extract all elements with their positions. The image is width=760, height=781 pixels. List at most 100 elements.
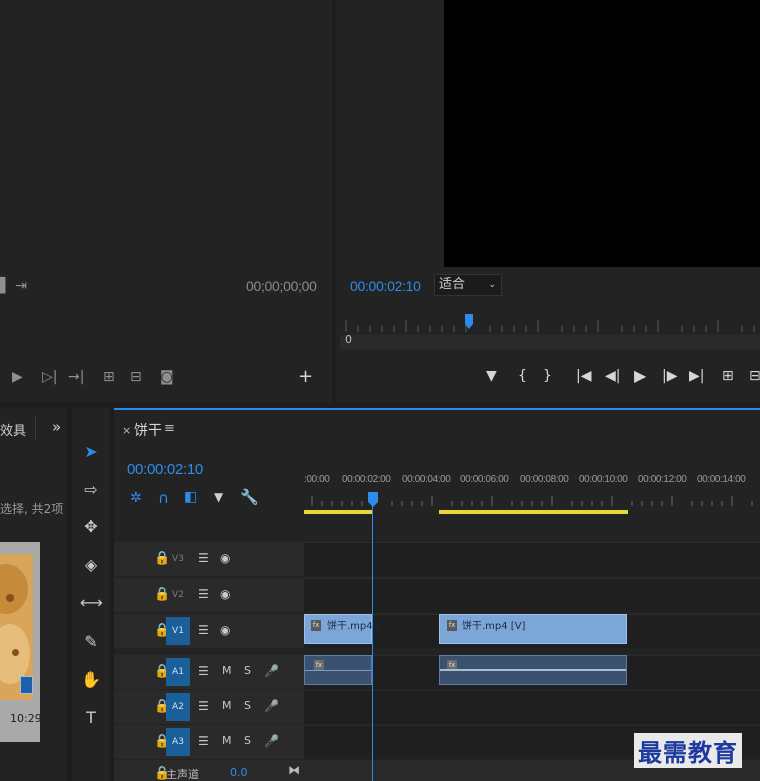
close-sequence-icon[interactable]: × — [122, 424, 131, 437]
sync-lock-icon[interactable]: ☰ — [198, 699, 209, 713]
go-to-out-icon[interactable]: ▶| — [689, 368, 704, 384]
panel-overflow-icon[interactable]: » — [52, 418, 61, 436]
audio-clip-a1-a[interactable]: fx — [304, 655, 372, 685]
ruler-label: 00:00:10:00 — [579, 474, 628, 485]
extract-icon[interactable]: ⊟ — [749, 368, 760, 384]
ruler-label: 00:00:06:00 — [460, 474, 509, 485]
work-area-bar-1[interactable] — [304, 510, 372, 514]
ruler-labels: :00:00 00:00:02:00 00:00:04:00 00:00:06:00 0… — [304, 474, 760, 488]
mute-button[interactable]: M — [222, 734, 232, 747]
track-target-toggle[interactable]: A3 — [166, 728, 190, 756]
track-header-a1: 🔒 A1 ☰ M S 🎤 — [114, 655, 304, 689]
fit-dropdown-label: 适合 — [439, 277, 466, 292]
source-go-out-icon[interactable]: →| — [68, 369, 84, 385]
source-add-button-icon[interactable]: + — [298, 366, 313, 387]
fx-badge: fx — [447, 620, 457, 631]
program-zoom-handle[interactable]: 0 — [345, 333, 352, 346]
solo-button[interactable]: S — [244, 664, 251, 677]
wrench-icon[interactable]: 🔧 — [240, 488, 259, 506]
type-tool-icon[interactable]: T — [80, 707, 102, 729]
source-monitor-panel: ▌ ⇥ 00;00;00;00 ▶ ▷| →| ⊞ ⊟ ◙ + — [0, 0, 332, 402]
sequence-menu-icon[interactable]: ≡ — [164, 421, 175, 436]
master-track-label: 主声道 — [166, 768, 199, 781]
mark-out-icon[interactable]: } — [543, 368, 552, 384]
source-overwrite-icon[interactable]: ⊟ — [130, 369, 142, 385]
timeline-timecode[interactable]: 00:00:02:10 — [127, 461, 203, 478]
thumbnail-duration: 10:29 — [10, 712, 42, 725]
step-forward-icon[interactable]: |▶ — [662, 368, 677, 384]
track-target-toggle[interactable]: V3 — [166, 545, 190, 573]
eye-icon[interactable]: ◉ — [220, 551, 230, 565]
lift-icon[interactable]: ⊞ — [722, 368, 734, 384]
work-area-bar-2[interactable] — [439, 510, 628, 514]
mute-button[interactable]: M — [222, 699, 232, 712]
track-target-toggle[interactable]: A2 — [166, 693, 190, 721]
microphone-icon[interactable]: 🎤 — [264, 699, 279, 713]
solo-button[interactable]: S — [244, 699, 251, 712]
nest-icon[interactable]: ✲ — [130, 490, 142, 506]
ruler-label: 00:00:08:00 — [520, 474, 569, 485]
program-time-ruler[interactable] — [340, 312, 760, 352]
track-select-tool-icon[interactable]: ⇨ — [80, 479, 102, 501]
mute-button[interactable]: M — [222, 664, 232, 677]
sequence-tab[interactable]: 饼干 — [134, 420, 162, 440]
chevron-down-icon: ⌄ — [488, 280, 496, 290]
track-header-v3: 🔒 V3 ☰ ◉ — [114, 542, 304, 576]
ruler-label: :00:00 — [304, 474, 330, 485]
tab-divider — [35, 416, 36, 440]
video-type-icon — [20, 676, 33, 694]
source-camera-icon[interactable]: ◙ — [160, 369, 174, 385]
snap-icon[interactable]: ∩ — [158, 489, 169, 507]
source-timecode: 00;00;00;00 — [246, 278, 317, 294]
fit-dropdown[interactable]: 适合 ⌄ — [434, 274, 502, 296]
sync-lock-icon[interactable]: ☰ — [198, 587, 209, 601]
track-target-toggle[interactable]: A1 — [166, 658, 190, 686]
ruler-label: 00:00:04:00 — [402, 474, 451, 485]
go-to-end-icon[interactable]: ⧓ — [288, 763, 300, 777]
sync-lock-icon[interactable]: ☰ — [198, 734, 209, 748]
add-marker-timeline-icon[interactable]: ▼ — [214, 490, 223, 504]
ripple-edit-tool-icon[interactable]: ✥ — [80, 516, 102, 538]
track-header-a2: 🔒 A2 ☰ M S 🎤 — [114, 690, 304, 724]
track-target-toggle[interactable]: V1 — [166, 617, 190, 645]
eye-icon[interactable]: ◉ — [220, 623, 230, 637]
watermark-logo: 最需教育 — [634, 733, 742, 768]
add-marker-icon[interactable]: ▼ — [486, 368, 497, 384]
timeline-playhead[interactable] — [367, 492, 379, 508]
sync-lock-icon[interactable]: ☰ — [198, 623, 209, 637]
program-video-frame — [444, 0, 760, 267]
selection-status: 选择, 共2项 — [0, 502, 64, 516]
ruler-label: 00:00:12:00 — [638, 474, 687, 485]
program-timecode[interactable]: 00:00:02:10 — [350, 278, 421, 294]
hand-tool-icon[interactable]: ✋ — [80, 669, 102, 691]
razor-tool-icon[interactable]: ◈ — [80, 554, 102, 576]
track-header-a3: 🔒 A3 ☰ M S 🎤 — [114, 725, 304, 759]
mark-in-icon[interactable]: { — [518, 368, 527, 384]
master-volume[interactable]: 0.0 — [230, 766, 248, 779]
eye-icon[interactable]: ◉ — [220, 587, 230, 601]
sync-lock-icon[interactable]: ☰ — [198, 664, 209, 678]
audio-clip-a1-b[interactable]: fx — [439, 655, 627, 685]
microphone-icon[interactable]: 🎤 — [264, 734, 279, 748]
source-step-forward-icon[interactable]: ▷| — [42, 369, 57, 385]
sync-lock-icon[interactable]: ☰ — [198, 551, 209, 565]
source-insert-button-icon[interactable]: ⊞ — [103, 369, 115, 385]
microphone-icon[interactable]: 🎤 — [264, 664, 279, 678]
ruler-label: 00:00:02:00 — [342, 474, 391, 485]
source-insert-icon[interactable]: ▌ ⇥ — [0, 278, 27, 294]
step-back-icon[interactable]: ◀| — [605, 368, 620, 384]
pen-tool-icon[interactable]: ✎ — [80, 631, 102, 653]
go-to-in-icon[interactable]: |◀ — [576, 368, 591, 384]
video-clip-v1-a[interactable]: fx 饼干.mp4 [ — [304, 614, 380, 644]
ruler-label: 00:00:14:00 — [697, 474, 746, 485]
slip-tool-icon[interactable]: ⟷ — [80, 592, 103, 614]
project-tab[interactable]: 效具 — [0, 420, 26, 439]
solo-button[interactable]: S — [244, 734, 251, 747]
linked-selection-icon[interactable]: ◧ — [184, 489, 197, 505]
media-thumbnail-card[interactable]: 10:29 — [0, 542, 42, 742]
video-clip-v1-b[interactable]: fx 饼干.mp4 [V] — [439, 614, 627, 644]
selection-tool-icon[interactable]: ➤ — [80, 441, 102, 463]
track-target-toggle[interactable]: V2 — [166, 581, 190, 609]
source-play-icon[interactable]: ▶ — [12, 369, 23, 385]
play-icon[interactable]: ▶ — [634, 366, 646, 385]
